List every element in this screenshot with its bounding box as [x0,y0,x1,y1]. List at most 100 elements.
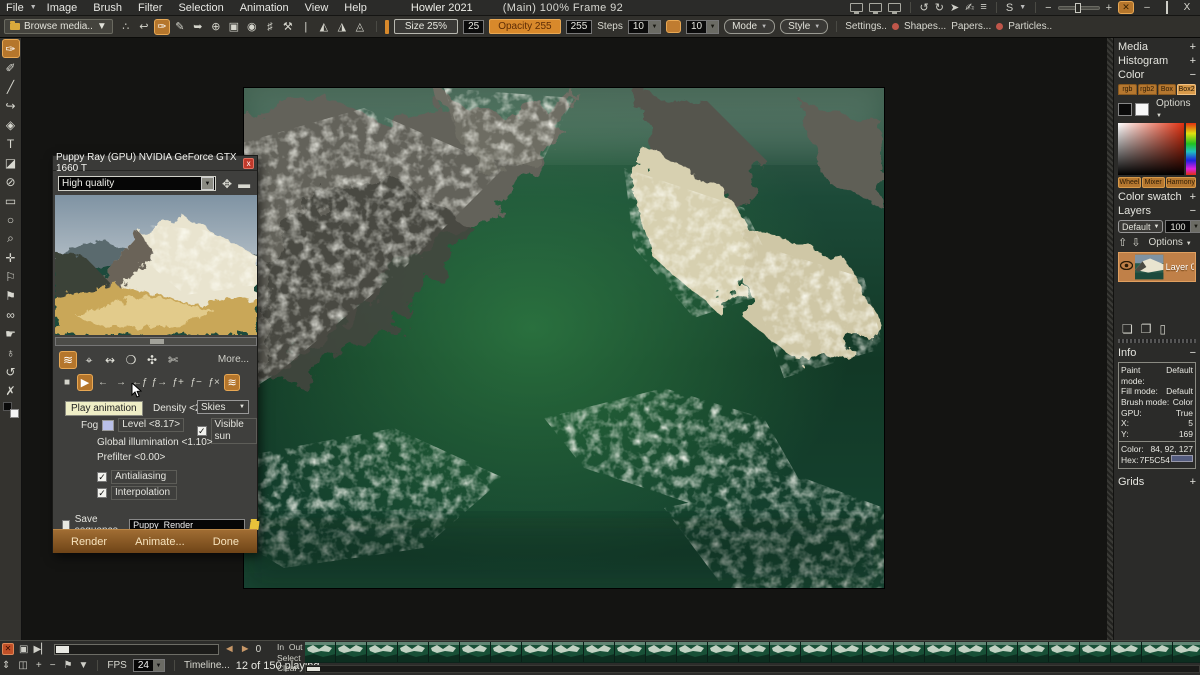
lens-flare-icon[interactable]: ✣ [143,351,161,369]
film-frame-thumbnail[interactable] [987,642,1018,662]
menu-image[interactable]: Image [47,2,78,14]
film-frame-thumbnail[interactable] [956,642,987,662]
mixer-button[interactable]: Mixer [1142,177,1165,188]
scripts-caret-icon[interactable]: ▼ [1019,4,1026,11]
browse-media-button[interactable]: Browse media..▼ [4,19,113,34]
tab-box[interactable]: Box [1158,84,1177,95]
brush-tip-icon[interactable] [666,20,681,33]
shapes-button[interactable]: Shapes... [904,21,946,32]
film-frame-thumbnail[interactable] [584,642,615,662]
remove-frame-icon[interactable]: ƒ− [188,374,204,391]
easel-icon[interactable]: ⚒ [280,19,296,35]
timeline-button[interactable]: Timeline... [184,660,230,671]
film-frame-thumbnail[interactable] [336,642,367,662]
layers-section-header[interactable]: Layers− [1118,204,1196,218]
wheel-button[interactable]: Wheel [1118,177,1141,188]
global-illumination-slider[interactable]: Global illumination <1.10> [97,437,213,448]
undo-stroke-icon[interactable]: ↩ [136,19,152,35]
film-frame-thumbnail[interactable] [1049,642,1080,662]
marker-caret-icon[interactable]: ▼ [79,660,89,671]
history-tool[interactable]: ↺ [2,362,20,381]
hand-tool[interactable]: ☛ [2,324,20,343]
layer-row-0[interactable]: Layer 0 [1118,252,1196,282]
menu-view[interactable]: View [305,2,329,14]
collapse-icon[interactable]: − [1190,205,1196,217]
restore-button[interactable] [1160,2,1174,13]
new-layer-icon[interactable]: ▯ [1160,322,1167,336]
hue-strip[interactable] [1186,123,1196,175]
dots-icon[interactable]: ∴ [118,19,134,35]
particles-button[interactable]: Particles.. [1008,21,1052,32]
color-options-dropdown[interactable]: Options ▼ [1156,98,1196,120]
film-frame-thumbnail[interactable] [801,642,832,662]
expand-icon[interactable]: + [1190,41,1196,53]
film-frame-thumbnail[interactable] [367,642,398,662]
film-frame-thumbnail[interactable] [553,642,584,662]
primary-color-swatch[interactable] [1118,103,1132,116]
select-button[interactable]: Select [277,653,301,663]
camera-orbit-icon[interactable]: ❍ [122,351,140,369]
film-frame-thumbnail[interactable] [708,642,739,662]
film-frame-thumbnail[interactable] [832,642,863,662]
zoom-out-button[interactable]: − [1045,2,1051,14]
zoom-in-button[interactable]: + [1106,2,1112,14]
film-frame-thumbnail[interactable] [1142,642,1173,662]
collapse-preview-icon[interactable]: ▬ [238,177,250,191]
annotate-icon[interactable]: ✍ [965,1,974,14]
more-button[interactable]: More... [218,354,249,365]
menu-help[interactable]: Help [344,2,367,14]
file-caret-icon[interactable]: ▼ [30,4,37,11]
zoom-out-icon[interactable]: − [50,660,56,671]
polygon-tool[interactable]: ◈ [2,115,20,134]
size-button[interactable]: Size 25% [394,19,458,34]
film-frame-thumbnail[interactable] [398,642,429,662]
marker-icon[interactable]: ⚑ [64,660,73,671]
tab-rgb2[interactable]: rgb2 [1138,84,1157,95]
quality-dropdown[interactable]: High quality▼ [58,176,216,191]
prefilter-slider[interactable]: Prefilter <0.00> [97,452,165,463]
film-strip-scrollbar-handle[interactable] [307,667,320,671]
expand-icon[interactable]: + [1190,55,1196,67]
film-frame-thumbnail[interactable] [770,642,801,662]
film-frame-thumbnail[interactable] [863,642,894,662]
style-dropdown[interactable]: Style▼ [780,19,828,34]
expand-icon[interactable]: ⇕ [2,660,10,671]
menu-brush[interactable]: Brush [93,2,122,14]
size-value[interactable]: 25 [463,20,484,34]
undo-icon[interactable]: ↺ [920,1,929,14]
film-strip[interactable] [305,642,1200,663]
out-button[interactable]: Out [289,642,303,652]
scripts-menu[interactable]: S [1006,2,1013,14]
display-2-icon[interactable] [869,3,882,12]
expand-icon[interactable]: + [1190,476,1196,488]
grid-snap-icon[interactable]: ✕ [1118,1,1134,14]
film-frame-thumbnail[interactable] [1173,642,1200,662]
film-frame-thumbnail[interactable] [305,642,336,662]
done-button[interactable]: Done [213,536,239,548]
main-canvas[interactable] [244,88,884,588]
next-frame-icon[interactable]: → [113,374,129,391]
render-preview[interactable] [55,195,257,335]
zoom-slider[interactable] [1058,6,1100,10]
film-frame-thumbnail[interactable] [429,642,460,662]
puppy-ray-dialog[interactable]: Puppy Ray (GPU) NVIDIA GeForce GTX 1660 … [52,155,258,553]
move-preview-icon[interactable]: ✥ [222,177,232,191]
menu-animation[interactable]: Animation [240,2,289,14]
zoom-in-icon[interactable]: + [36,660,42,671]
play-icon[interactable]: ▶ [77,374,93,391]
pencil-icon[interactable]: ✎ [172,19,188,35]
rect-select-tool[interactable]: ▭ [2,191,20,210]
settings-dot-icon[interactable] [892,23,899,30]
fps-dropdown[interactable]: 24▼ [133,659,165,672]
color-section-header[interactable]: Color− [1118,68,1196,82]
layer-up-icon[interactable]: ⇧ [1118,236,1127,249]
film-frame-thumbnail[interactable] [677,642,708,662]
film-frame-thumbnail[interactable] [646,642,677,662]
close-timeline-button[interactable]: ✕ [2,643,14,655]
preview-scrollbar-handle[interactable] [150,339,164,344]
layer-opacity-dropdown[interactable]: 100▼ [1165,220,1200,233]
film-frame-thumbnail[interactable] [491,642,522,662]
zoom-tool[interactable]: ⌕ [2,229,20,248]
clear-button[interactable]: Clear [277,663,297,673]
frame-icon[interactable]: ▣ [226,19,242,35]
